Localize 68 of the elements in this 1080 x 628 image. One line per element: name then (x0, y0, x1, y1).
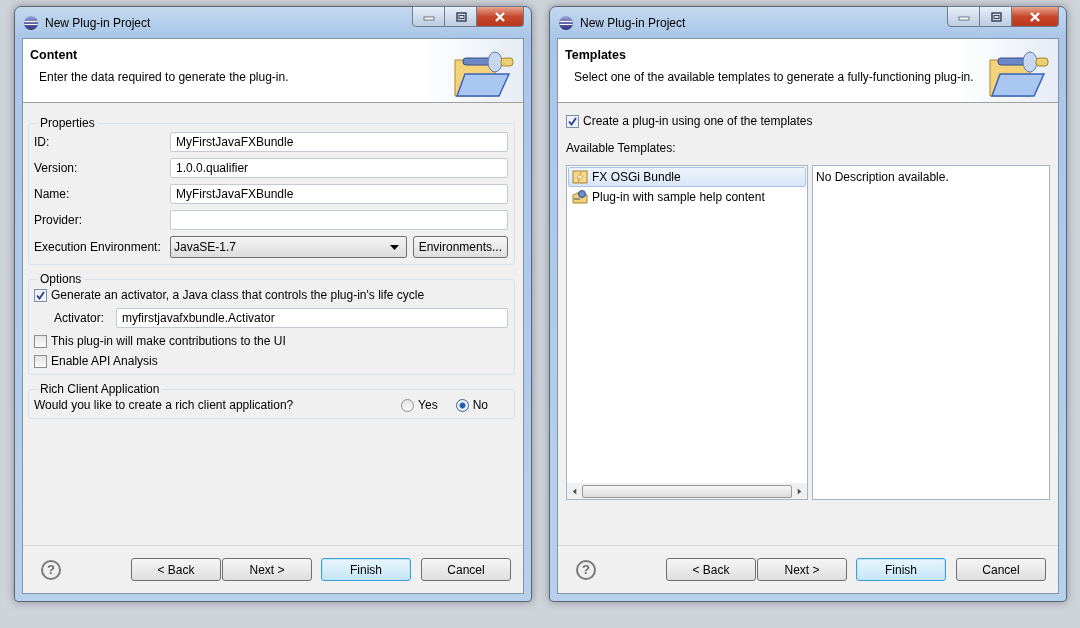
window-title: New Plug-in Project (580, 15, 687, 30)
page-description: Select one of the available templates to generate a fully-functioning plug-in. (574, 70, 974, 84)
radio-button[interactable] (401, 398, 415, 412)
close-button[interactable] (477, 6, 524, 27)
page-title: Content (30, 48, 79, 62)
dialog-button[interactable]: Next > (222, 558, 312, 581)
maximize-button[interactable] (445, 6, 477, 27)
page-description: Enter the data required to generate the plug-in. (39, 70, 289, 84)
help-button[interactable]: ? (41, 559, 61, 580)
radio-label: Yes (418, 398, 438, 412)
dialog-button[interactable]: Finish (321, 558, 411, 581)
field-label: Provider: (34, 213, 84, 227)
eclipse-icon (23, 14, 39, 31)
field-label: Name: (34, 187, 71, 201)
checkbox[interactable] (34, 334, 47, 348)
field-label: Activator: (54, 311, 105, 325)
scroll-left-icon (571, 486, 578, 496)
radio-label: No (472, 398, 488, 412)
text-field[interactable]: 1.0.0.qualifier (170, 158, 508, 178)
help-content-icon (572, 189, 588, 205)
dialog-button[interactable]: Next > (757, 558, 847, 581)
text-field[interactable]: MyFirstJavaFXBundle (170, 184, 508, 204)
dialog-button[interactable]: < Back (131, 558, 221, 581)
close-button[interactable] (1012, 6, 1059, 27)
caret-icon (389, 244, 399, 250)
checkbox-label: Create a plug-in using one of the templates (583, 114, 813, 128)
checkbox[interactable] (566, 114, 579, 128)
environments-button[interactable]: Environments... (412, 236, 508, 258)
close-icon (493, 10, 507, 23)
dialog-button[interactable]: Cancel (421, 558, 511, 581)
eclipse-icon (558, 14, 574, 31)
dialog-button[interactable]: Finish (856, 558, 946, 581)
field-label: Execution Environment: (34, 240, 162, 254)
minimize-button[interactable] (947, 6, 980, 27)
maximize-icon (453, 10, 468, 23)
bundle-icon (572, 169, 588, 185)
checkbox[interactable] (34, 354, 47, 368)
maximize-button[interactable] (980, 6, 1012, 27)
window-title: New Plug-in Project (45, 15, 152, 30)
description-text: No Description available. (816, 170, 950, 184)
group-title: Options (39, 272, 83, 286)
group-title: Rich Client Application (39, 382, 161, 396)
list-item[interactable]: Plug-in with sample help content (568, 187, 806, 207)
maximize-icon (988, 10, 1003, 23)
horizontal-scrollbar[interactable] (567, 483, 807, 499)
checkbox-label: Enable API Analysis (51, 354, 158, 368)
field-label: Version: (34, 161, 79, 175)
minimize-button[interactable] (412, 6, 445, 27)
list-label: Available Templates: (566, 141, 677, 155)
dialog-button[interactable]: < Back (666, 558, 756, 581)
group-title: Properties (39, 116, 96, 130)
checkbox-label: This plug-in will make contributions to the UI (51, 334, 286, 348)
scroll-thumb[interactable] (582, 484, 792, 498)
help-button[interactable]: ? (576, 559, 596, 580)
checkbox[interactable] (34, 288, 47, 302)
radio-button[interactable] (455, 398, 469, 412)
list-item[interactable]: FX OSGi Bundle (568, 167, 806, 187)
question-text: Would you like to create a rich client application? (34, 398, 294, 412)
dialog-button[interactable]: Cancel (956, 558, 1046, 581)
text-field[interactable]: myfirstjavafxbundle.Activator (116, 308, 508, 328)
dropdown[interactable]: JavaSE-1.7 (170, 236, 407, 258)
scroll-right-icon (796, 486, 803, 496)
close-icon (1028, 10, 1042, 23)
checkbox-label: Generate an activator, a Java class that controls the plug-in's life cycle (51, 288, 425, 302)
text-field[interactable]: MyFirstJavaFXBundle (170, 132, 508, 152)
field-label: ID: (34, 135, 51, 149)
text-field[interactable] (170, 210, 508, 230)
page-title: Templates (565, 48, 627, 62)
